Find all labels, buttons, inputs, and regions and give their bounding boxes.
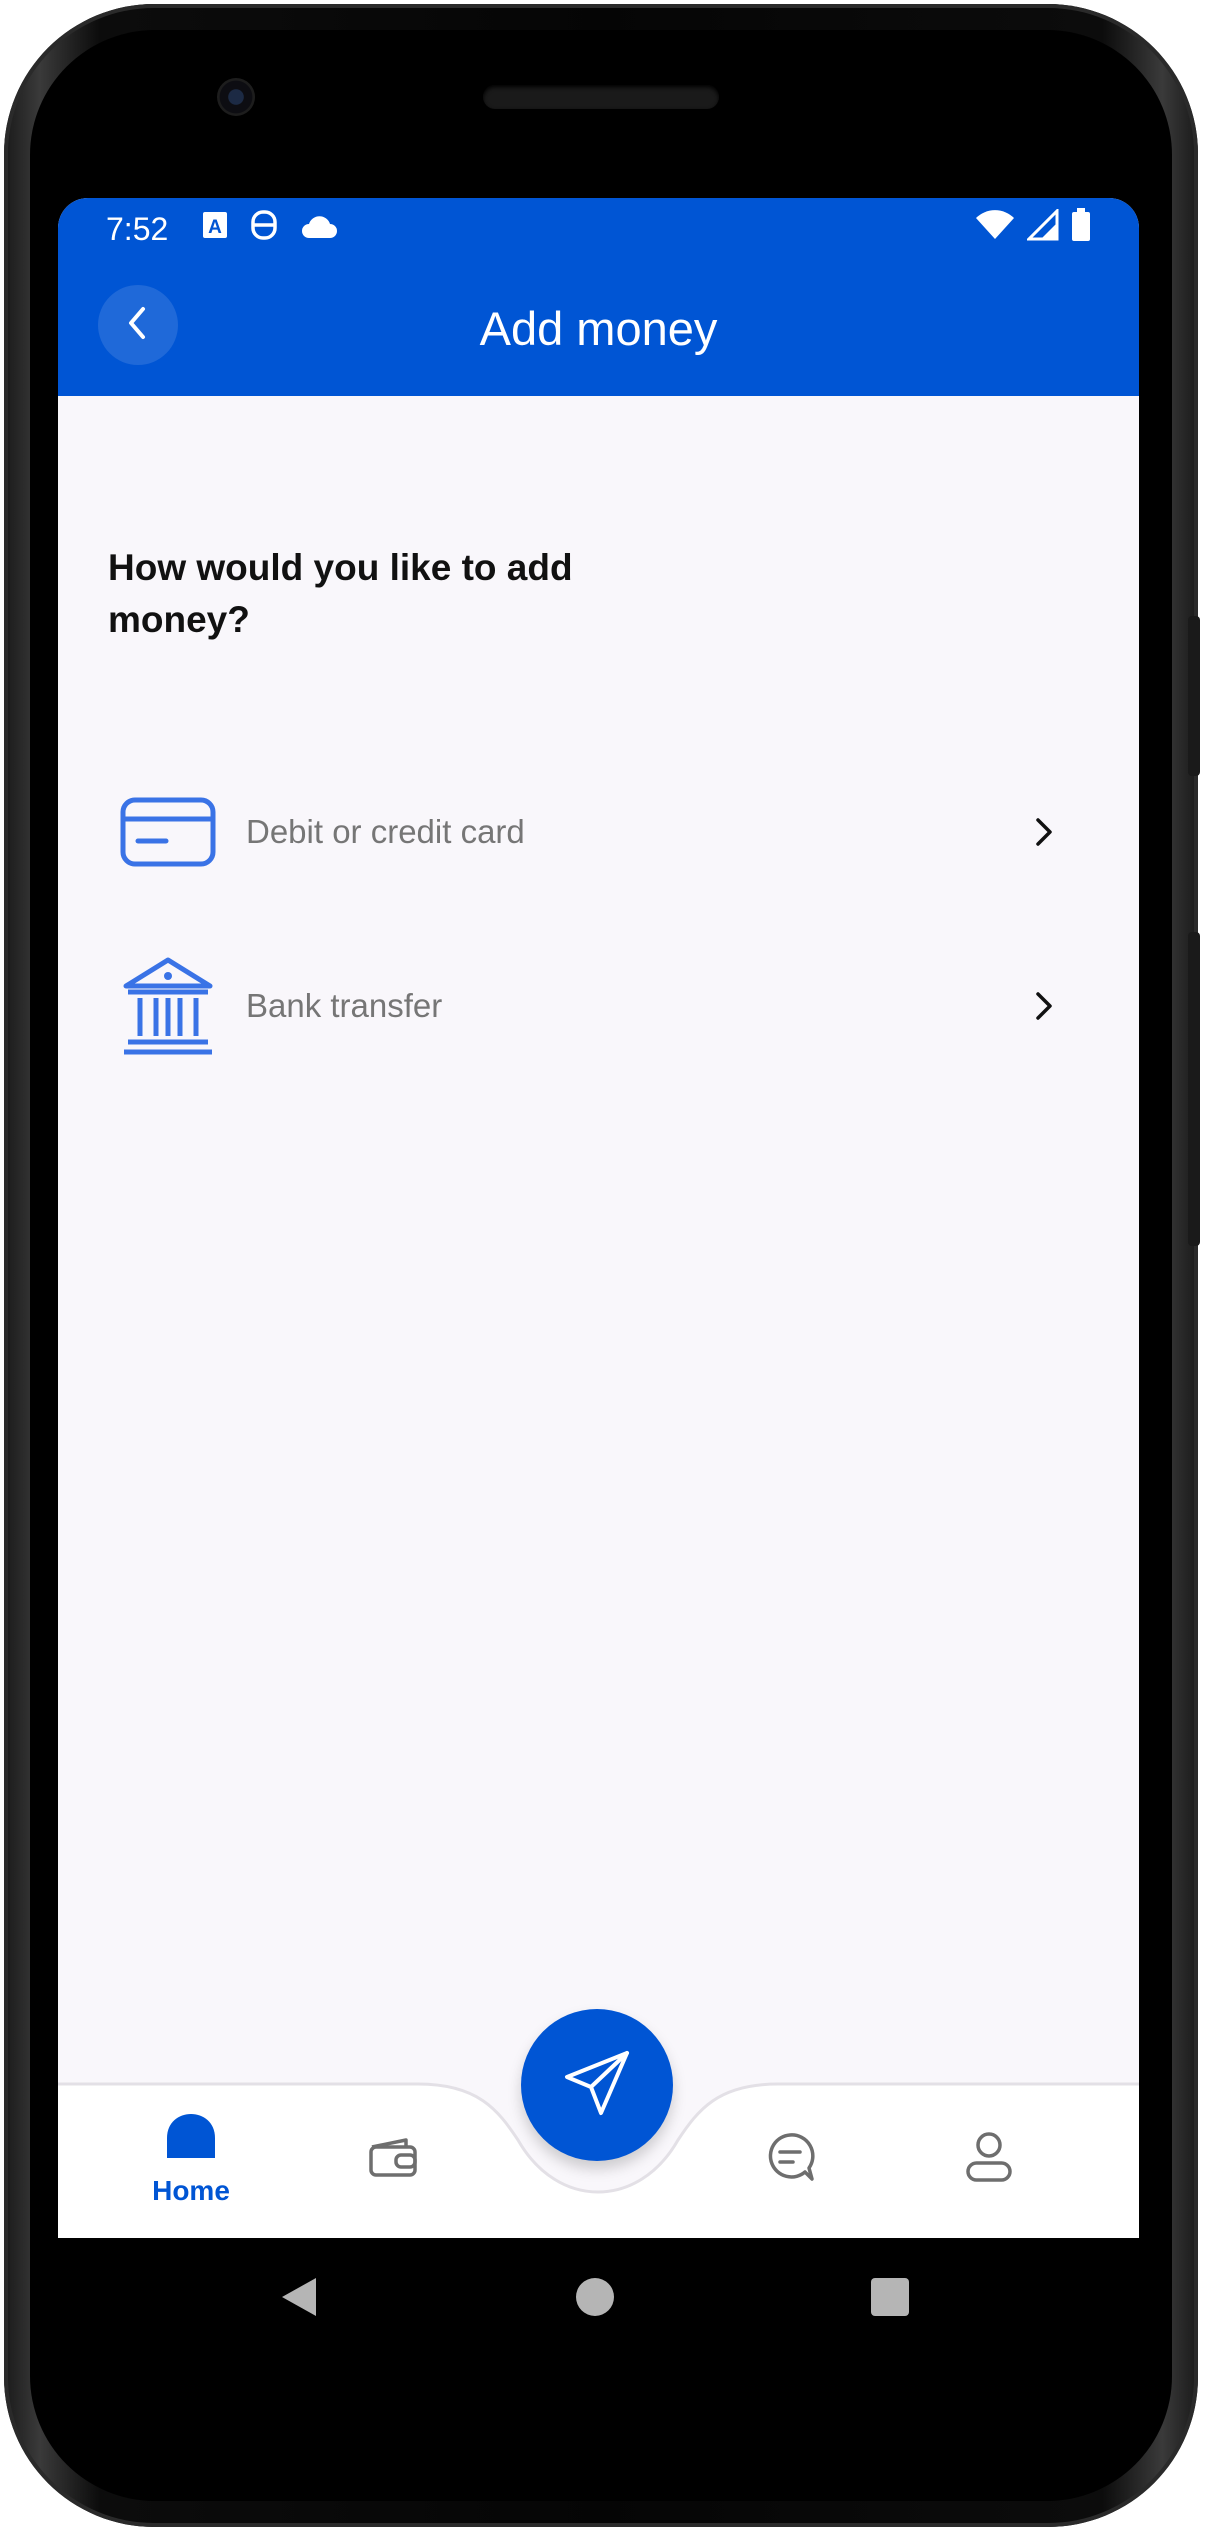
- volume-button: [1188, 616, 1200, 776]
- credit-card-icon: [120, 784, 216, 880]
- svg-text:A: A: [208, 217, 222, 238]
- option-debit-credit-card[interactable]: Debit or credit card: [58, 772, 1139, 892]
- status-time: 7:52: [106, 210, 169, 247]
- chevron-right-icon: [1029, 986, 1059, 1026]
- wifi-icon: [975, 209, 1015, 249]
- signal-icon: [1025, 207, 1059, 249]
- status-icons-right: [975, 207, 1091, 250]
- nav-profile[interactable]: [924, 2080, 1054, 2238]
- nav-home-label: Home: [152, 2174, 230, 2206]
- text-a-icon: A: [202, 210, 228, 248]
- nav-chat[interactable]: [725, 2080, 855, 2238]
- cloud-icon: [300, 211, 338, 248]
- status-icons-left: A: [202, 209, 338, 249]
- option-label-card: Debit or credit card: [246, 813, 525, 850]
- send-icon: [561, 2047, 633, 2124]
- option-bank-transfer[interactable]: Bank transfer: [58, 946, 1139, 1066]
- recents-square-icon[interactable]: [871, 2278, 909, 2316]
- send-money-fab[interactable]: [521, 2009, 673, 2161]
- home-icon: [165, 2112, 217, 2165]
- nav-home[interactable]: Home: [126, 2080, 256, 2238]
- recorder-icon: [250, 209, 278, 249]
- add-money-question: How would you like to add money?: [108, 547, 573, 640]
- battery-icon: [1071, 208, 1091, 250]
- page-title: Add money: [479, 301, 718, 355]
- nav-wallet[interactable]: [328, 2080, 458, 2238]
- earpiece-speaker: [483, 85, 719, 109]
- chevron-right-icon: [1029, 812, 1059, 852]
- profile-icon: [965, 2131, 1013, 2188]
- wallet-icon: [368, 2137, 418, 2182]
- back-triangle-icon[interactable]: [280, 2276, 318, 2323]
- power-button: [1188, 932, 1200, 1246]
- home-circle-icon[interactable]: [576, 2278, 614, 2316]
- back-button[interactable]: [98, 285, 178, 365]
- chat-icon: [765, 2132, 815, 2187]
- app-bar: Add money: [58, 260, 1139, 396]
- front-camera: [217, 78, 255, 116]
- app-screen: 7:52 A Add money How would you like to a…: [58, 198, 1139, 2238]
- status-bar: 7:52 A: [58, 198, 1139, 260]
- system-nav-bar: [58, 2238, 1139, 2356]
- option-label-bank: Bank transfer: [246, 987, 443, 1024]
- chevron-left-icon: [123, 303, 153, 348]
- bank-icon: [120, 957, 216, 1055]
